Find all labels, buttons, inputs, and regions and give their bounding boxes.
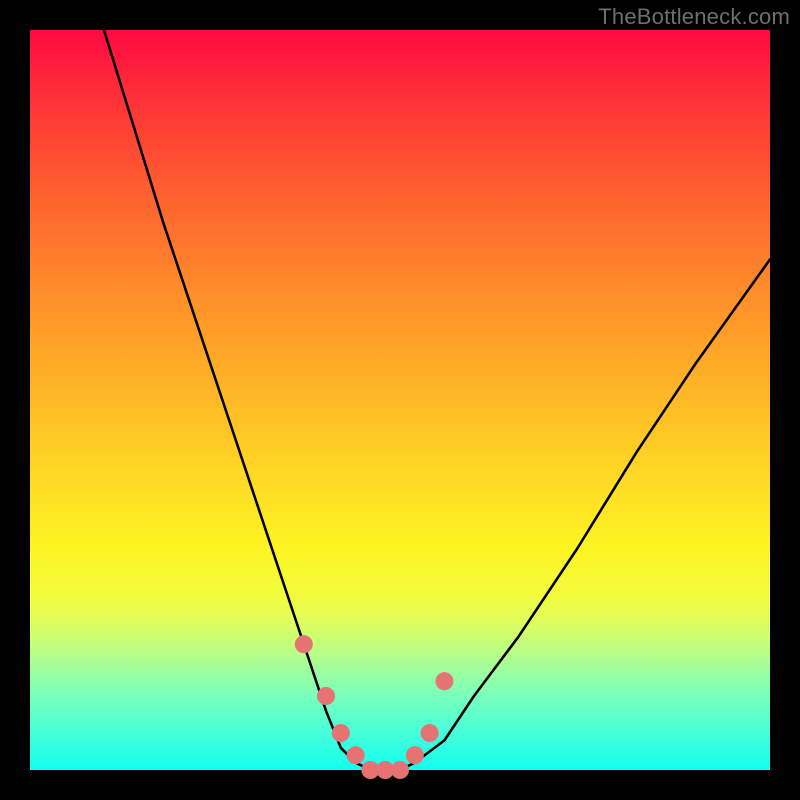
watermark-text: TheBottleneck.com [598,4,790,30]
highlight-dot [391,761,409,779]
highlight-markers [295,635,454,779]
highlight-dot [406,746,424,764]
highlight-dot [347,746,365,764]
plot-area [30,30,770,770]
highlight-dot [332,724,350,742]
highlight-dot [421,724,439,742]
highlight-dot [317,687,335,705]
chart-container: TheBottleneck.com [0,0,800,800]
highlight-dot [435,672,453,690]
bottleneck-curve [104,30,770,770]
chart-svg [30,30,770,770]
highlight-dot [295,635,313,653]
